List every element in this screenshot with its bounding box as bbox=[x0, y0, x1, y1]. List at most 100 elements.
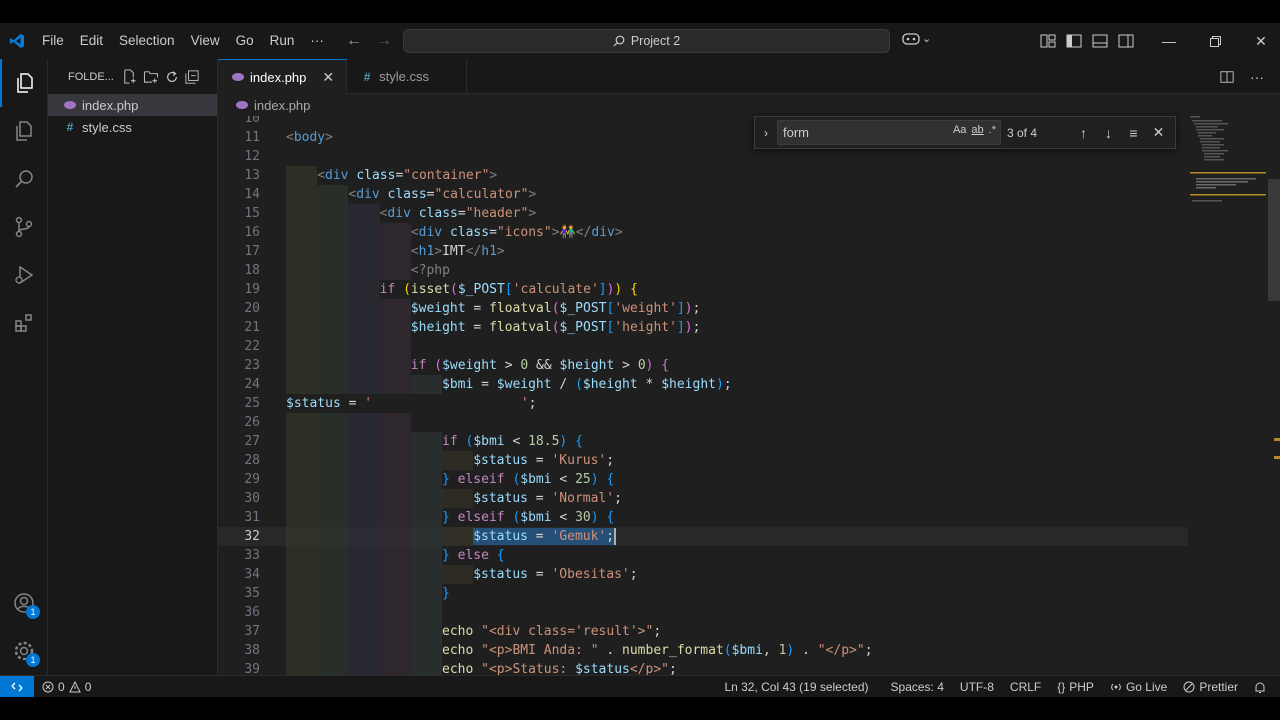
cursor-position[interactable]: Ln 32, Col 43 (19 selected) bbox=[716, 680, 876, 694]
remote-indicator-icon[interactable] bbox=[0, 675, 34, 698]
indent-guide bbox=[379, 223, 411, 242]
extensions-icon[interactable] bbox=[0, 299, 48, 347]
accounts-icon[interactable]: 1 bbox=[0, 579, 48, 627]
code-line[interactable]: 30 $status = 'Normal'; bbox=[218, 489, 1188, 508]
encoding[interactable]: UTF-8 bbox=[952, 680, 1002, 694]
collapse-all-icon[interactable] bbox=[185, 69, 199, 84]
code-line[interactable]: 35} bbox=[218, 584, 1188, 603]
code-line[interactable]: 26 bbox=[218, 413, 1188, 432]
code-line[interactable]: 37 echo "<div class='result'>"; bbox=[218, 622, 1188, 641]
minimap[interactable] bbox=[1188, 116, 1266, 675]
split-editor-icon[interactable] bbox=[1220, 70, 1234, 84]
code-line[interactable]: 27 if ($bmi < 18.5) { bbox=[218, 432, 1188, 451]
code-token: = bbox=[473, 377, 497, 392]
code-line[interactable]: 24 $bmi = $weight / ($height * $height); bbox=[218, 375, 1188, 394]
menu-item[interactable]: View bbox=[183, 23, 228, 59]
search-icon[interactable] bbox=[0, 155, 48, 203]
code-line[interactable]: 19 if (isset($_POST['calculate'])) { bbox=[218, 280, 1188, 299]
regex-icon[interactable]: .* bbox=[989, 124, 996, 136]
restore-icon[interactable] bbox=[1192, 23, 1238, 59]
code-line[interactable]: 14 <div class="calculator"> bbox=[218, 185, 1188, 204]
code-token: echo bbox=[442, 643, 482, 658]
close-tab-icon[interactable]: ✕ bbox=[322, 69, 334, 86]
close-icon[interactable]: ✕ bbox=[1238, 23, 1280, 59]
explorer-icon[interactable] bbox=[0, 59, 48, 107]
menu-item[interactable]: Edit bbox=[72, 23, 111, 59]
code-line[interactable]: 18 <?php bbox=[218, 261, 1188, 280]
source-control-icon[interactable] bbox=[0, 203, 48, 251]
code-line[interactable]: 32 $status = 'Gemuk'; bbox=[218, 527, 1188, 546]
manage-gear-icon[interactable]: 1 bbox=[0, 627, 48, 675]
more-actions-icon[interactable]: ··· bbox=[1250, 69, 1264, 85]
back-arrow-icon[interactable]: ← bbox=[346, 32, 362, 50]
code-line[interactable]: 13 <div class="container"> bbox=[218, 166, 1188, 185]
menu-item[interactable]: Go bbox=[228, 23, 262, 59]
code-line[interactable]: 34 $status = 'Obesitas'; bbox=[218, 565, 1188, 584]
editor-scrollbar[interactable] bbox=[1266, 116, 1280, 675]
explorer-secondary-icon[interactable] bbox=[0, 107, 48, 155]
code-line[interactable]: 33} else { bbox=[218, 546, 1188, 565]
code-line[interactable]: 16 <div class="icons">👫</div> bbox=[218, 223, 1188, 242]
find-in-selection-icon[interactable]: ≡ bbox=[1121, 125, 1146, 141]
customize-layout-icon[interactable] bbox=[1040, 34, 1056, 48]
toggle-primary-sidebar-icon[interactable] bbox=[1066, 34, 1082, 48]
previous-match-icon[interactable]: ↑ bbox=[1071, 125, 1096, 141]
code-line[interactable]: 21 $height = floatval($_POST['height']); bbox=[218, 318, 1188, 337]
command-center[interactable]: Project 2 bbox=[403, 29, 890, 53]
code-line[interactable]: 28 $status = 'Kurus'; bbox=[218, 451, 1188, 470]
code-line[interactable]: 22 bbox=[218, 337, 1188, 356]
code-line[interactable]: 25 $status = ' '; bbox=[218, 394, 1188, 413]
code-line[interactable]: 38 echo "<p>BMI Anda: " . number_format($… bbox=[218, 641, 1188, 660]
toggle-replace-icon[interactable]: › bbox=[755, 126, 777, 140]
refresh-icon[interactable] bbox=[165, 70, 179, 84]
code-line[interactable]: 29} elseif ($bmi < 25) { bbox=[218, 470, 1188, 489]
close-find-icon[interactable]: ✕ bbox=[1146, 124, 1171, 141]
whole-word-icon[interactable]: ab bbox=[971, 124, 983, 136]
code-line[interactable]: 36 bbox=[218, 603, 1188, 622]
problems-indicator[interactable]: 0 0 bbox=[34, 680, 99, 694]
code-token: $weight bbox=[496, 377, 552, 392]
editor-tab[interactable]: # style.css bbox=[347, 59, 468, 94]
line-number: 27 bbox=[244, 434, 260, 449]
line-ending[interactable]: CRLF bbox=[1002, 680, 1049, 694]
editor-area: index.php ✕ # style.css ··· index.php 10 11 <… bbox=[218, 59, 1280, 675]
go-live-button[interactable]: Go Live bbox=[1102, 680, 1175, 694]
indentation[interactable]: Spaces: 4 bbox=[877, 680, 952, 694]
code-line[interactable]: 17 <h1>IMT</h1> bbox=[218, 242, 1188, 261]
line-number: 14 bbox=[244, 187, 260, 202]
new-folder-icon[interactable] bbox=[143, 69, 159, 84]
breadcrumb[interactable]: index.php bbox=[218, 94, 1280, 116]
editor-tab[interactable]: index.php ✕ bbox=[218, 59, 348, 94]
code-line[interactable]: 12 bbox=[218, 147, 1188, 166]
language-mode[interactable]: {} PHP bbox=[1049, 680, 1102, 694]
code-line[interactable]: 39 echo "<p>Status: $status</p>"; bbox=[218, 660, 1188, 675]
minimize-icon[interactable]: — bbox=[1146, 23, 1192, 59]
code-line[interactable]: 31} elseif ($bmi < 30) { bbox=[218, 508, 1188, 527]
code-text: <div class="container"> bbox=[317, 166, 497, 185]
forward-arrow-icon[interactable]: → bbox=[376, 32, 392, 50]
run-debug-icon[interactable] bbox=[0, 251, 48, 299]
menu-item[interactable]: Run bbox=[262, 23, 303, 59]
find-input[interactable]: form Aa ab .* bbox=[777, 120, 1001, 145]
code-line[interactable]: 15 <div class="header"> bbox=[218, 204, 1188, 223]
code-line[interactable]: 23 if ($weight > 0 && $height > 0) { bbox=[218, 356, 1188, 375]
menu-item[interactable]: File bbox=[34, 23, 72, 59]
indent-guide bbox=[348, 641, 380, 660]
code-line[interactable]: 20 $weight = floatval($_POST['weight']); bbox=[218, 299, 1188, 318]
new-file-icon[interactable] bbox=[122, 69, 137, 84]
code-token: > bbox=[496, 358, 521, 373]
toggle-panel-icon[interactable] bbox=[1092, 34, 1108, 48]
notifications-icon[interactable] bbox=[1246, 681, 1274, 694]
menu-item[interactable]: ··· bbox=[302, 23, 332, 59]
toggle-secondary-sidebar-icon[interactable] bbox=[1118, 34, 1134, 48]
file-tree-item[interactable]: # style.css bbox=[48, 116, 217, 138]
prettier-button[interactable]: Prettier bbox=[1175, 680, 1246, 694]
menu-item[interactable]: Selection bbox=[111, 23, 183, 59]
file-tree-item[interactable]: index.php bbox=[48, 94, 217, 116]
match-case-icon[interactable]: Aa bbox=[953, 124, 966, 136]
code-token: if bbox=[379, 282, 404, 297]
code-editor[interactable]: 10 11 <body> 12 13 <div class="container"> 14 <… bbox=[218, 116, 1188, 675]
scrollbar-thumb[interactable] bbox=[1268, 179, 1280, 301]
copilot-button[interactable]: ⌄ bbox=[902, 31, 931, 45]
next-match-icon[interactable]: ↓ bbox=[1096, 125, 1121, 141]
